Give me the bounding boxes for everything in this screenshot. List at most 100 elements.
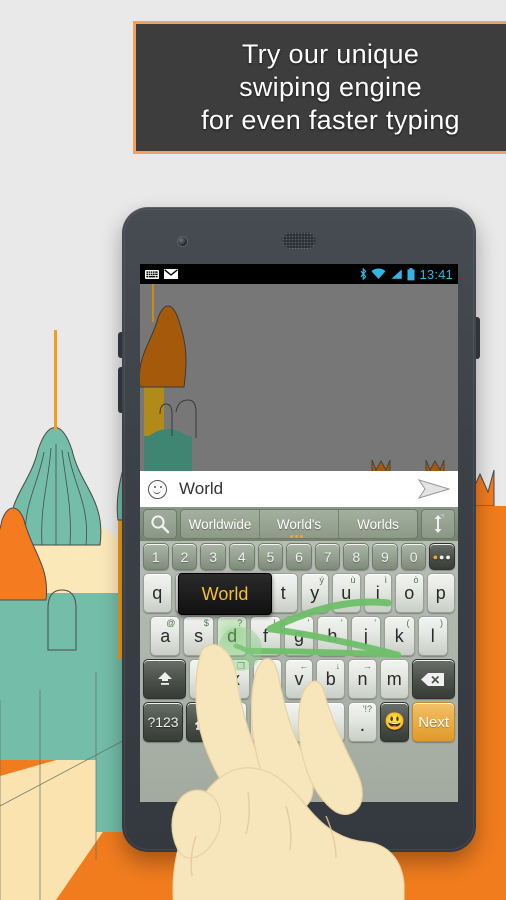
key-b[interactable]: ↓ b <box>316 659 346 699</box>
send-arrow-icon <box>418 479 450 499</box>
key-5[interactable]: 5 <box>257 543 284 570</box>
key-v[interactable]: ← v <box>284 659 314 699</box>
key-a[interactable]: @ a <box>150 616 181 656</box>
key-z-hint: ↰ <box>205 661 214 671</box>
period-key-hint: '!? <box>362 704 373 714</box>
key-p-label: p <box>435 582 446 603</box>
search-icon <box>151 515 170 534</box>
key-l-hint: ) <box>439 618 443 628</box>
key-o[interactable]: ò o <box>395 573 424 613</box>
key-y-label: y <box>310 582 320 603</box>
key-h-hint: ' <box>340 618 343 628</box>
key-u-hint: ù <box>350 575 356 585</box>
key-s[interactable]: $ s <box>183 616 214 656</box>
comma-key[interactable]: , <box>218 702 248 742</box>
banner-line-1: Try our unique <box>241 39 420 69</box>
key-m[interactable]: m <box>379 659 409 699</box>
expand-suggestions-button[interactable] <box>421 509 455 539</box>
key-n[interactable]: → n <box>348 659 377 699</box>
key-j-label: j <box>363 625 368 646</box>
envelope-icon <box>164 269 178 279</box>
period-key[interactable]: '!? . <box>347 702 378 742</box>
key-j[interactable]: ' j <box>350 616 382 656</box>
emoji-icon: 😃 <box>384 712 406 731</box>
key-d-hint: ? <box>237 618 243 628</box>
language-switch-key[interactable] <box>186 702 216 742</box>
key-x[interactable]: ❐ x <box>221 659 250 699</box>
key-i[interactable]: ì i <box>363 573 392 613</box>
key-7[interactable]: 7 <box>314 543 341 570</box>
key-9[interactable]: 9 <box>372 543 398 570</box>
suggestion-word-0[interactable]: Worldwide <box>181 510 259 538</box>
key-g[interactable]: ' g <box>283 616 315 656</box>
signal-icon <box>390 268 403 280</box>
space-key[interactable] <box>250 702 345 742</box>
key-f-hint: ! <box>273 618 276 628</box>
phone-screen: 13:41 World Worldwide World's Worlds 1 2… <box>140 264 458 802</box>
suggestion-word-2[interactable]: Worlds <box>338 510 417 538</box>
key-q[interactable]: q <box>143 573 172 613</box>
key-0[interactable]: 0 <box>400 543 427 570</box>
key-n-label: n <box>357 668 368 689</box>
key-u-label: u <box>341 582 352 603</box>
earpiece-speaker <box>282 232 316 249</box>
key-b-label: b <box>325 668 336 689</box>
key-j-hint: ' <box>374 618 377 628</box>
key-v-hint: ← <box>299 661 309 671</box>
virtual-keyboard[interactable]: 1 2 3 4 5 6 7 8 9 0 ● ●● q t ý y ù u ì i… <box>140 541 458 802</box>
symbols-key[interactable]: ?123 <box>143 702 184 742</box>
suggestion-bar[interactable]: Worldwide World's Worlds <box>140 507 458 541</box>
key-o-hint: ò <box>413 575 419 585</box>
globe-arrows-icon <box>194 713 209 733</box>
shift-key[interactable] <box>143 659 187 699</box>
front-camera-icon <box>178 237 187 246</box>
period-key-label: . <box>359 714 366 736</box>
key-3[interactable]: 3 <box>200 543 226 570</box>
key-s-hint: $ <box>203 618 209 628</box>
volume-down-button[interactable] <box>118 367 122 413</box>
key-6[interactable]: 6 <box>286 543 312 570</box>
more-options-key[interactable]: ● ●● <box>429 543 456 570</box>
suggestion-page-dots <box>290 535 303 538</box>
next-key[interactable]: Next <box>412 702 456 742</box>
key-4[interactable]: 4 <box>228 543 255 570</box>
key-k[interactable]: ( k <box>384 616 415 656</box>
key-u[interactable]: ù u <box>332 573 361 613</box>
key-f[interactable]: ! f <box>250 616 281 656</box>
key-c-label: c <box>262 668 272 689</box>
key-v-label: v <box>294 668 304 689</box>
volume-up-button[interactable] <box>118 332 122 358</box>
promo-banner: Try our unique swiping engine for even f… <box>133 21 506 154</box>
send-button[interactable] <box>418 478 450 500</box>
key-f-label: f <box>263 625 269 646</box>
backspace-key[interactable] <box>411 659 456 699</box>
key-2[interactable]: 2 <box>171 543 198 570</box>
power-button[interactable] <box>476 317 480 359</box>
backspace-icon <box>421 672 445 686</box>
key-c[interactable]: c <box>252 659 282 699</box>
key-n-hint: → <box>362 661 372 671</box>
keyboard-row-home: @ a $ s ? d ! f ' g ' h ' j (k) l <box>142 616 456 656</box>
word-preview-popup: World <box>178 573 272 615</box>
key-y[interactable]: ý y <box>300 573 329 613</box>
key-i-label: i <box>375 582 380 603</box>
suggestion-word-1[interactable]: World's <box>259 510 338 538</box>
keyboard-row-top: q w è e r t <box>142 573 456 615</box>
suggestion-words[interactable]: Worldwide World's Worlds <box>180 509 418 539</box>
search-button[interactable] <box>143 509 177 539</box>
key-a-label: a <box>160 625 171 646</box>
key-h[interactable]: ' h <box>317 616 348 656</box>
text-input-value[interactable]: World <box>179 479 223 499</box>
key-t[interactable]: t <box>269 573 298 613</box>
key-m-label: m <box>386 668 402 689</box>
smiley-icon[interactable] <box>148 479 167 499</box>
key-1[interactable]: 1 <box>143 543 169 570</box>
up-down-arrow-icon <box>434 514 444 533</box>
emoji-key[interactable]: 😃 <box>380 702 410 742</box>
key-d[interactable]: ? d <box>216 616 248 656</box>
key-z[interactable]: ↰ z <box>189 659 219 699</box>
key-8[interactable]: 8 <box>343 543 370 570</box>
key-l[interactable]: ) l <box>417 616 448 656</box>
key-p[interactable]: p <box>426 573 455 613</box>
text-input-bar[interactable]: World <box>140 471 458 507</box>
